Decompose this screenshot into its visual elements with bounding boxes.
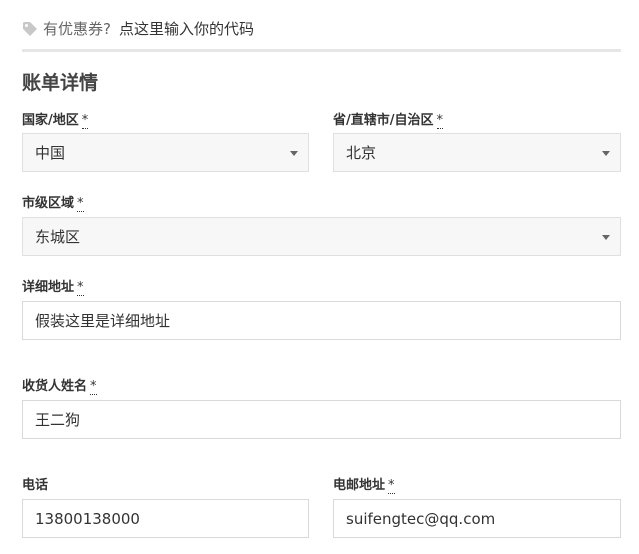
coupon-code-link[interactable]: 点这里输入你的代码 (119, 18, 254, 39)
district-select[interactable]: 东城区 (22, 217, 621, 256)
required-mark: * (90, 379, 97, 395)
email-input[interactable]: suifengtec@qq.com (333, 499, 621, 538)
required-mark: * (81, 113, 89, 129)
district-value: 东城区 (35, 228, 81, 246)
district-label-text: 市级区域 (22, 196, 75, 211)
email-label-text: 电邮地址 (333, 478, 386, 493)
address-value: 假装这里是详细地址 (35, 312, 171, 330)
email-label: 电邮地址 * (333, 474, 395, 494)
coupon-question: 有优惠券? (43, 20, 111, 38)
country-select[interactable]: 中国 (22, 133, 309, 172)
required-mark: * (436, 113, 443, 129)
country-label: 国家/地区 * (22, 109, 89, 129)
province-label: 省/直辖市/自治区 * (333, 109, 443, 129)
country-value: 中国 (35, 144, 66, 162)
address-label-text: 详细地址 (22, 280, 75, 295)
dropdown-caret-icon (602, 235, 610, 240)
name-value: 王二狗 (35, 411, 81, 429)
required-mark: * (388, 478, 395, 494)
phone-value: 13800138000 (35, 509, 140, 528)
name-label-text: 收货人姓名 (22, 379, 88, 394)
phone-label: 电话 (22, 474, 48, 493)
province-select[interactable]: 北京 (333, 133, 621, 172)
name-input[interactable]: 王二狗 (22, 400, 621, 439)
phone-input[interactable]: 13800138000 (22, 499, 309, 538)
tag-icon (23, 22, 37, 36)
country-label-text: 国家/地区 (22, 113, 79, 128)
province-label-text: 省/直辖市/自治区 (333, 113, 434, 128)
coupon-notice: 有优惠券? 点这里输入你的代码 (22, 18, 621, 52)
district-label: 市级区域 * (22, 192, 84, 212)
address-input[interactable]: 假装这里是详细地址 (22, 301, 621, 340)
required-mark: * (77, 196, 84, 212)
phone-label-text: 电话 (22, 478, 49, 493)
email-value: suifengtec@qq.com (346, 509, 496, 528)
address-label: 详细地址 * (22, 276, 84, 296)
required-mark: * (77, 280, 84, 296)
dropdown-caret-icon (290, 151, 298, 156)
dropdown-caret-icon (602, 151, 610, 156)
name-label: 收货人姓名 * (22, 375, 97, 395)
billing-title: 账单详情 (22, 72, 99, 94)
province-value: 北京 (346, 144, 377, 162)
